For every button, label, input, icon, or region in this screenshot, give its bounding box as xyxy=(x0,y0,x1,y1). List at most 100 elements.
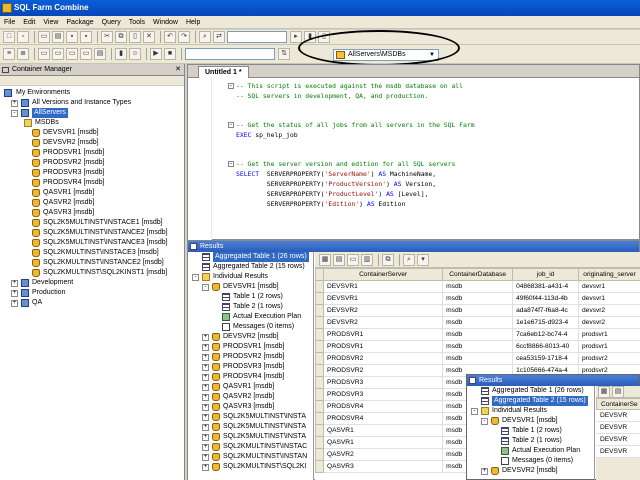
expand-toggle-icon[interactable]: + xyxy=(202,384,209,391)
expand-toggle-icon[interactable]: + xyxy=(481,468,488,475)
result-tree-item[interactable]: - DEVSVR1 [msdb] xyxy=(188,282,313,292)
new-file-icon[interactable]: □ xyxy=(3,31,15,43)
menu-view[interactable]: View xyxy=(43,19,58,26)
tree-item[interactable]: SQL2KMULTINST\INSTACE3 [msdb] xyxy=(0,248,184,258)
open-folder-icon[interactable]: ▭ xyxy=(38,31,50,43)
result-tree-item[interactable]: + SQL2K5MULTINST\INSTA xyxy=(188,412,313,422)
expand-toggle-icon[interactable]: + xyxy=(11,100,18,107)
table-row[interactable]: PRODSVR1 msdb 6ccf8866-8013-40 prodsvr1 xyxy=(315,340,640,353)
database-combo[interactable] xyxy=(185,48,275,60)
expand-toggle-icon[interactable]: - xyxy=(471,408,478,415)
table-row[interactable]: DEVSVR2 msdb ada874f7-f6a8-4c devsvr2 xyxy=(315,304,640,317)
result-tree-item[interactable]: Table 1 (2 rows) xyxy=(188,292,313,302)
row-header[interactable] xyxy=(315,460,324,473)
fold-toggle-icon[interactable]: − xyxy=(228,161,234,168)
tree-item[interactable]: PRODSVR1 [msdb] xyxy=(0,148,184,158)
new-query-icon[interactable]: ▫ xyxy=(17,31,29,43)
expand-toggle-icon[interactable]: + xyxy=(202,464,209,471)
chevron-down-icon[interactable]: ▾ xyxy=(417,253,429,266)
tree-item[interactable]: SQL2K5MULTINST\INSTACE1 [msdb] xyxy=(0,218,184,228)
tree-item[interactable]: SQL2KMULTINST\INSTANCE2 [msdb] xyxy=(0,258,184,268)
row-header[interactable] xyxy=(315,400,324,413)
row-header[interactable] xyxy=(315,316,324,329)
result-tree-item[interactable]: Table 2 (1 rows) xyxy=(467,436,594,446)
table-row[interactable]: DEVSVR2 msdb 1e1e6715-d923-4 devsvr2 xyxy=(315,316,640,329)
column-header[interactable]: ContainerServer xyxy=(322,268,444,281)
save-icon[interactable]: ▪ xyxy=(66,31,78,43)
result-tree-item[interactable]: + DEVSVR2 [msdb] xyxy=(188,332,313,342)
column-header[interactable]: originating_server xyxy=(578,268,640,281)
pin-icon[interactable] xyxy=(2,67,9,73)
tree-item[interactable]: QASVR2 [msdb] xyxy=(0,198,184,208)
tree-item[interactable]: + All Versions and Instance Types xyxy=(0,98,184,108)
table-row[interactable]: DEVSVR1 msdb 49f60f44-113d-4b devsvr1 xyxy=(315,292,640,305)
fold-toggle-icon[interactable]: − xyxy=(228,122,234,129)
menu-package[interactable]: Package xyxy=(66,19,93,26)
result-tree-item[interactable]: Table 1 (2 rows) xyxy=(467,426,594,436)
redo-icon[interactable]: ↷ xyxy=(178,31,190,43)
tree-item[interactable]: PRODSVR3 [msdb] xyxy=(0,168,184,178)
paste-icon[interactable]: ▯ xyxy=(129,31,141,43)
menu-query[interactable]: Query xyxy=(102,19,121,26)
result-tree-item[interactable]: + DEVSVR2 [msdb] xyxy=(467,466,594,476)
tree-item[interactable]: PRODSVR4 [msdb] xyxy=(0,178,184,188)
delete-icon[interactable]: ✕ xyxy=(143,31,155,43)
row-header[interactable] xyxy=(315,388,324,401)
row-header[interactable] xyxy=(315,328,324,341)
close-icon[interactable]: ✕ xyxy=(175,64,181,76)
replace-icon[interactable]: ⇄ xyxy=(213,31,225,43)
expand-toggle-icon[interactable]: - xyxy=(481,418,488,425)
split-window-icon[interactable]: ▭ xyxy=(80,48,92,60)
find-icon[interactable]: ⌕ xyxy=(199,31,211,43)
code-area[interactable]: -- This script is executed against the m… xyxy=(188,78,640,241)
row-header[interactable] xyxy=(315,304,324,317)
expand-toggle-icon[interactable]: + xyxy=(11,290,18,297)
expand-toggle-icon[interactable]: + xyxy=(202,354,209,361)
result-tree-item[interactable]: + SQL2K5MULTINST\INSTA xyxy=(188,432,313,442)
search-icon[interactable]: ⌕ xyxy=(403,253,415,266)
open-icon[interactable]: ▤ xyxy=(52,31,64,43)
expand-toggle-icon[interactable]: + xyxy=(202,404,209,411)
tree-item[interactable]: - AllServers xyxy=(0,108,184,118)
result-tree-item[interactable]: + QASVR3 [msdb] xyxy=(188,402,313,412)
expand-toggle-icon[interactable]: + xyxy=(202,414,209,421)
tree-item[interactable]: + Production xyxy=(0,288,184,298)
expand-toggle-icon[interactable]: + xyxy=(202,344,209,351)
text-view-icon[interactable]: ▤ xyxy=(333,253,345,266)
expand-toggle-icon[interactable]: + xyxy=(202,334,209,341)
server-icon[interactable]: ▮ xyxy=(115,48,127,60)
tree-item[interactable]: + Development xyxy=(0,278,184,288)
row-header[interactable] xyxy=(315,412,324,425)
expand-toggle-icon[interactable]: - xyxy=(11,110,18,117)
result-tree-item[interactable]: - Individual Results xyxy=(188,272,313,282)
row-header[interactable] xyxy=(315,436,324,449)
undo-icon[interactable]: ↶ xyxy=(164,31,176,43)
tree-item[interactable]: SQL2K5MULTINST\INSTANCE2 [msdb] xyxy=(0,228,184,238)
tree-item[interactable]: DEVSVR2 [msdb] xyxy=(0,138,184,148)
tree-item[interactable]: + QA xyxy=(0,298,184,308)
result-tree-item[interactable]: Actual Execution Plan xyxy=(467,446,594,456)
indent-icon[interactable]: ≡ xyxy=(3,48,15,60)
expand-toggle-icon[interactable]: + xyxy=(202,364,209,371)
grid-view-icon[interactable]: ▦ xyxy=(319,253,331,266)
outdent-icon[interactable]: ≣ xyxy=(17,48,29,60)
tree-item[interactable]: SQL2K5MULTINST\INSTANCE3 [msdb] xyxy=(0,238,184,248)
uncomment-icon[interactable]: ▭ xyxy=(52,48,64,60)
column-header[interactable]: ContainerDatabase xyxy=(442,268,514,281)
row-header[interactable] xyxy=(315,280,324,293)
connect-icon[interactable]: ⇅ xyxy=(278,48,290,60)
result-tree-item[interactable]: + PRODSVR4 [msdb] xyxy=(188,372,313,382)
comment-icon[interactable]: ▭ xyxy=(38,48,50,60)
column-header[interactable]: job_id xyxy=(512,268,580,281)
expand-toggle-icon[interactable]: + xyxy=(202,444,209,451)
result-tree-item[interactable]: + PRODSVR3 [msdb] xyxy=(188,362,313,372)
find-combo[interactable] xyxy=(227,31,287,43)
properties-icon[interactable]: ▤ xyxy=(94,48,106,60)
result-tree-item[interactable]: - DEVSVR1 [msdb] xyxy=(467,416,594,426)
tree-item[interactable]: SQL2KMULTINST\SQL2KINST1 [msdb] xyxy=(0,268,184,278)
row-header[interactable] xyxy=(315,424,324,437)
row-header[interactable] xyxy=(315,352,324,365)
result-tree-item[interactable]: Messages (0 items) xyxy=(467,456,594,466)
grid-view-icon[interactable]: ▦ xyxy=(598,386,610,398)
row-header[interactable] xyxy=(315,292,324,305)
